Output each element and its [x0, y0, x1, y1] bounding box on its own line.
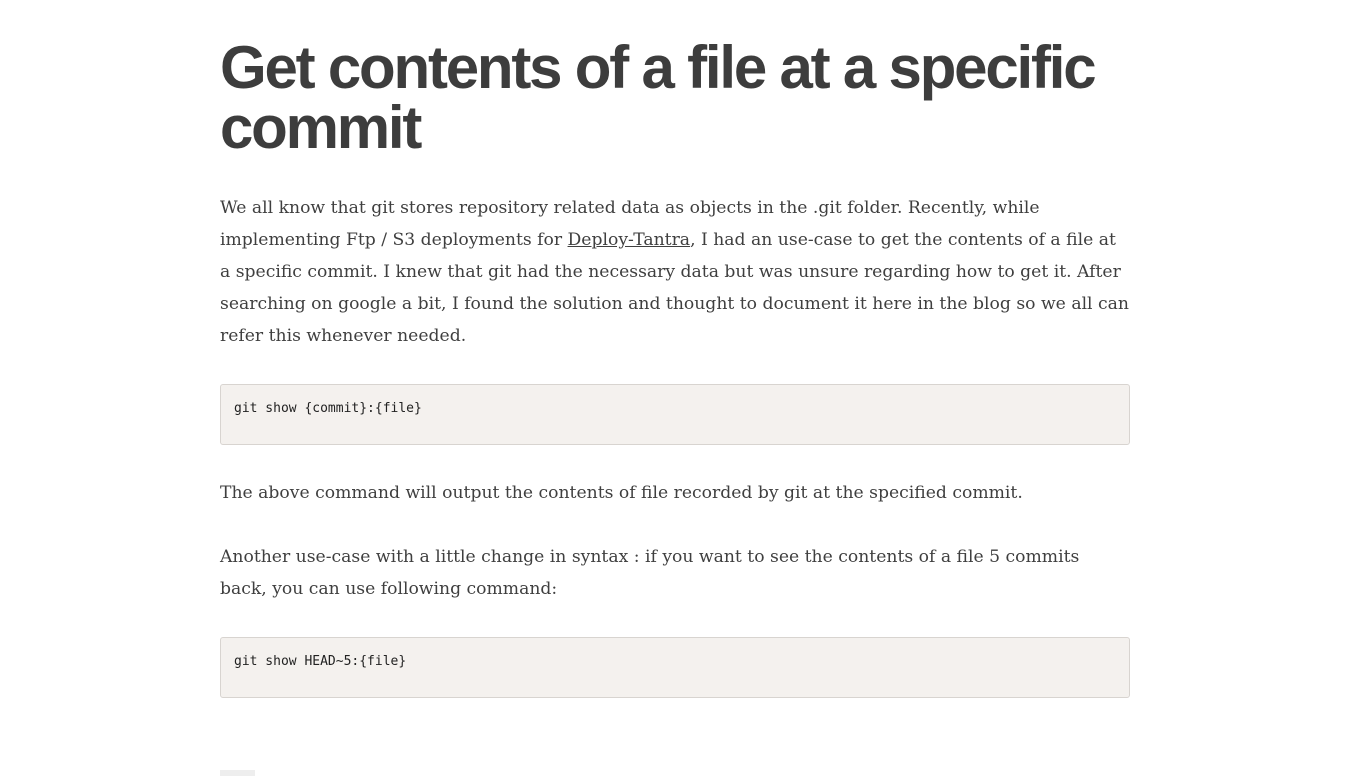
deploy-tantra-link[interactable]: Deploy-Tantra — [568, 230, 691, 250]
head-usecase-paragraph: Another use-case with a little change in… — [220, 547, 1080, 599]
output-explanation-paragraph: The above command will output the conten… — [220, 483, 1023, 503]
code-commit-file: git show {commit}:{file} — [234, 401, 422, 416]
code-head-file: git show HEAD~5:{file} — [234, 654, 407, 669]
code-block-head-file[interactable]: git show HEAD~5:{file} — [220, 637, 1130, 698]
intro-paragraph: We all know that git stores repository r… — [220, 192, 1130, 352]
footer-element-partial — [220, 770, 255, 776]
code-block-commit-file[interactable]: git show {commit}:{file} — [220, 384, 1130, 445]
page-title: Get contents of a file at a specific com… — [220, 34, 1097, 161]
article: Get contents of a file at a specific com… — [220, 38, 1130, 730]
